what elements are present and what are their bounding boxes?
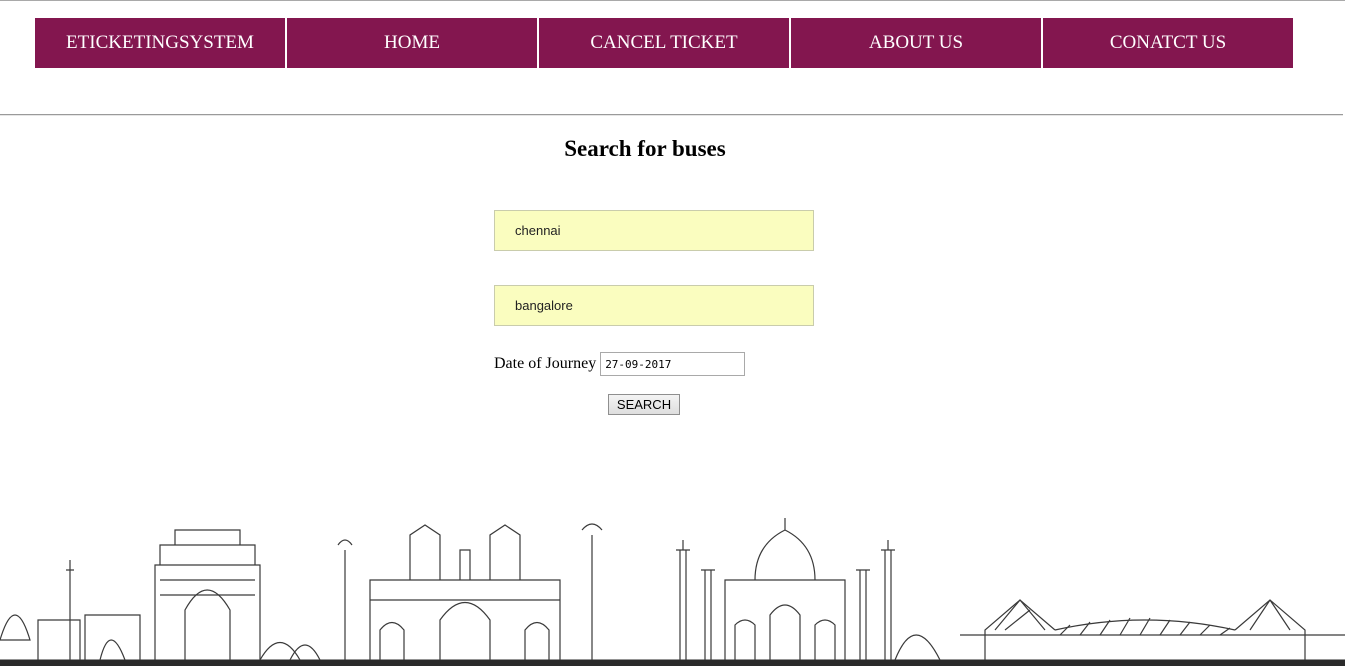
page: ETICKETINGSYSTEM HOME CANCEL TICKET ABOU… (0, 0, 1345, 666)
to-city-input[interactable] (494, 285, 814, 326)
search-button[interactable]: SEARCH (608, 394, 680, 415)
from-city-input[interactable] (494, 210, 814, 251)
date-label: Date of Journey (494, 355, 597, 372)
date-of-journey-input[interactable]: 27-09-2017 (600, 352, 746, 376)
nav-brand[interactable]: ETICKETINGSYSTEM (35, 18, 285, 68)
top-rule (0, 0, 1345, 1)
divider (0, 114, 1343, 116)
nav-home[interactable]: HOME (287, 18, 537, 68)
main-nav: ETICKETINGSYSTEM HOME CANCEL TICKET ABOU… (35, 18, 1293, 68)
bottom-bar (0, 660, 1345, 666)
nav-contact-us[interactable]: CONATCT US (1043, 18, 1293, 68)
page-title: Search for buses (564, 136, 726, 161)
nav-cancel-ticket[interactable]: CANCEL TICKET (539, 18, 789, 68)
nav-about-us[interactable]: ABOUT US (791, 18, 1041, 68)
date-row: Date of Journey 27-09-2017 (494, 352, 746, 376)
city-skyline-illustration (0, 518, 1345, 661)
